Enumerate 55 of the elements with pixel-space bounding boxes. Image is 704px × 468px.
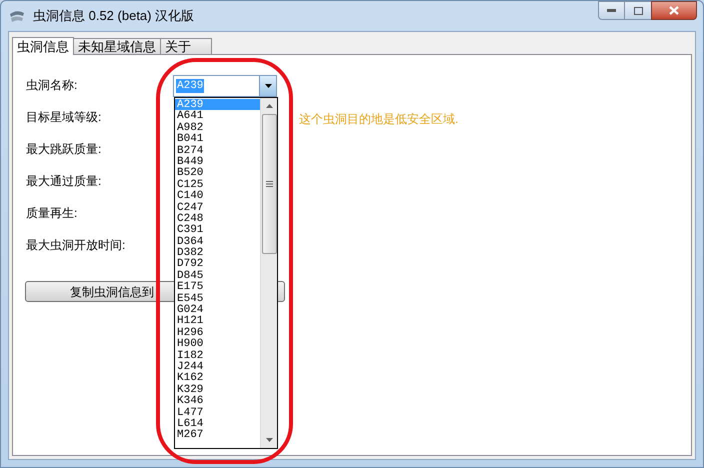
dropdown-item[interactable]: K346 <box>175 395 260 407</box>
dropdown-item[interactable]: E175 <box>175 281 260 293</box>
scroll-down-icon <box>266 438 272 442</box>
close-button[interactable] <box>651 1 697 20</box>
dropdown-item[interactable]: L614 <box>175 418 260 430</box>
dropdown-item[interactable]: C247 <box>175 202 260 213</box>
dropdown-item[interactable]: C391 <box>175 224 260 236</box>
dropdown-item[interactable]: I182 <box>175 350 260 361</box>
app-icon <box>9 9 25 23</box>
dropdown-item[interactable]: C140 <box>175 190 260 202</box>
field-label: 最大通过质量: <box>26 173 102 190</box>
combo-value: A239 <box>176 79 204 93</box>
close-icon <box>669 6 679 15</box>
dropdown-item[interactable]: G024 <box>175 304 260 316</box>
dropdown-item[interactable]: K162 <box>175 372 260 384</box>
dropdown-item[interactable]: B041 <box>175 133 260 145</box>
maximize-button[interactable] <box>625 1 651 20</box>
maximize-icon <box>634 6 642 14</box>
dropdown-item[interactable]: D792 <box>175 258 260 270</box>
dropdown-item[interactable]: B520 <box>175 167 260 179</box>
minimize-button[interactable] <box>598 1 625 20</box>
dropdown-item[interactable]: A982 <box>175 122 260 134</box>
field-label: 目标星域等级: <box>26 109 102 126</box>
field-label: 质量再生: <box>26 205 78 222</box>
grip-icon <box>266 181 272 187</box>
scroll-up-icon <box>266 104 272 108</box>
dropdown-item[interactable]: A641 <box>175 110 260 122</box>
dropdown-button[interactable] <box>259 76 276 96</box>
scroll-thumb[interactable] <box>262 114 276 254</box>
field-label: 最大跳跃质量: <box>26 141 102 158</box>
dropdown-item[interactable]: J244 <box>175 360 260 372</box>
tab[interactable]: 虫洞信息 <box>12 37 74 55</box>
caret-icon <box>264 84 272 88</box>
dropdown-item[interactable]: H900 <box>175 338 260 350</box>
field-label: 最大虫洞开放时间: <box>26 237 126 254</box>
minimize-icon <box>607 9 616 12</box>
dropdown-item[interactable]: B449 <box>175 156 260 168</box>
dropdown-item[interactable]: H296 <box>175 326 260 338</box>
dropdown-item[interactable]: B274 <box>175 144 260 156</box>
dropdown-item[interactable]: L477 <box>175 406 260 418</box>
dropdown-item[interactable]: D845 <box>175 270 260 282</box>
dropdown-item[interactable]: C125 <box>175 178 260 190</box>
window-title: 虫洞信息 0.52 (beta) 汉化版 <box>33 7 194 26</box>
tab[interactable]: 关于 <box>160 38 212 54</box>
security-note: 这个虫洞目的地是低安全区域. <box>299 112 458 126</box>
tab[interactable]: 未知星域信息 <box>73 38 161 54</box>
dropdown-item[interactable]: D364 <box>175 236 260 248</box>
dropdown-item[interactable]: H121 <box>175 315 260 327</box>
dropdown-item[interactable]: M267 <box>175 429 260 441</box>
field-label: 虫洞名称: <box>26 77 78 94</box>
scrollbar[interactable] <box>260 98 277 448</box>
dropdown-item[interactable]: D382 <box>175 247 260 258</box>
dropdown-item[interactable]: C248 <box>175 212 260 224</box>
dropdown-item[interactable]: K329 <box>175 384 260 396</box>
dropdown-item[interactable]: E545 <box>175 292 260 304</box>
